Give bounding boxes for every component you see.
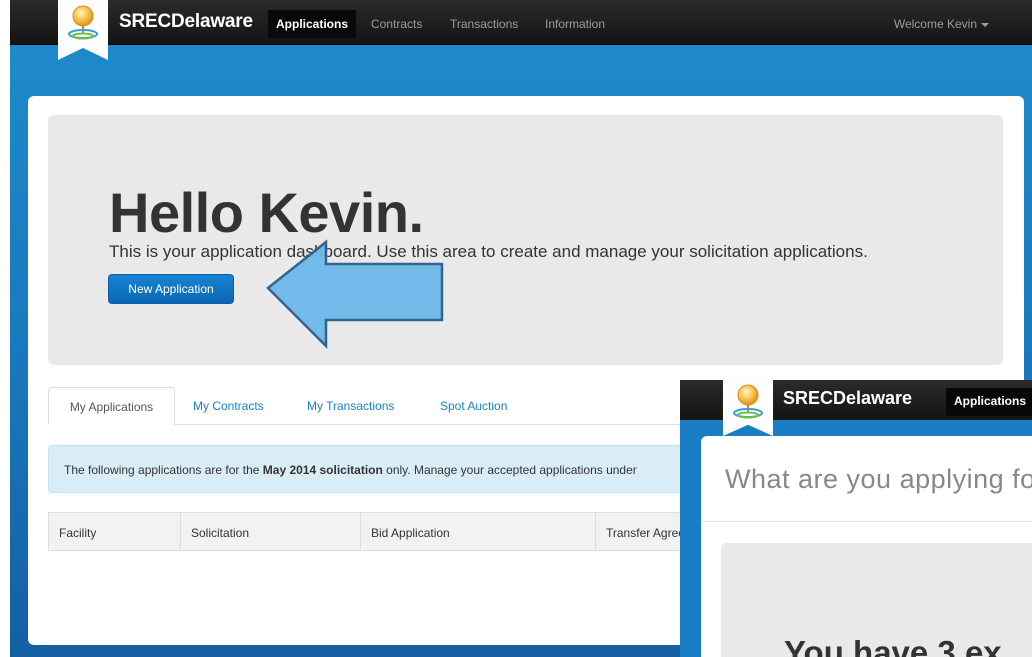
tab-my-transactions[interactable]: My Transactions	[307, 399, 394, 413]
column-solicitation: Solicitation	[181, 513, 361, 550]
tab-spot-auction[interactable]: Spot Auction	[440, 399, 507, 413]
column-bid-application: Bid Application	[361, 513, 596, 550]
caret-down-icon	[981, 22, 989, 27]
overlay-big-text: You have 3 ex	[784, 634, 1002, 657]
alert-prefix: The following applications are for the	[64, 463, 263, 477]
top-navbar: SRECDelaware Applications Contracts Tran…	[10, 0, 1032, 60]
applications-table-header: Facility Solicitation Bid Application Tr…	[48, 512, 709, 551]
user-menu[interactable]: Welcome Kevin	[894, 17, 989, 31]
nav-information[interactable]: Information	[545, 17, 605, 31]
nav-contracts[interactable]: Contracts	[371, 17, 422, 31]
overlay-panel: What are you applying for?	[701, 436, 1032, 657]
overlay-heading: What are you applying for?	[725, 464, 1032, 494]
info-alert: The following applications are for the M…	[48, 445, 708, 493]
tab-my-contracts[interactable]: My Contracts	[193, 399, 264, 413]
column-facility: Facility	[49, 513, 181, 550]
nav-transactions[interactable]: Transactions	[450, 17, 518, 31]
overlay-divider	[701, 521, 1032, 522]
overlay-screenshot: SRECDelaware Applications What are you a…	[680, 380, 1032, 657]
srec-logo-icon	[68, 5, 98, 40]
annotation-arrow-icon	[266, 239, 444, 350]
overlay-logo-ribbon[interactable]	[723, 380, 773, 436]
alert-solicitation: May 2014 solicitation	[262, 463, 383, 477]
user-menu-label: Welcome Kevin	[893, 17, 977, 31]
nav-applications[interactable]: Applications	[268, 10, 357, 38]
brand-name[interactable]: SRECDelaware	[119, 11, 253, 33]
overlay-nav-applications[interactable]: Applications	[946, 388, 1032, 416]
overlay-srec-logo-icon	[733, 384, 763, 419]
overlay-brand-name[interactable]: SRECDelaware	[783, 388, 912, 409]
tab-my-applications[interactable]: My Applications	[48, 387, 175, 425]
alert-suffix: only. Manage your accepted applications …	[382, 463, 637, 477]
dashboard-description: This is your application dashboard. Use …	[109, 242, 868, 261]
new-application-button[interactable]: New Application	[108, 274, 234, 304]
